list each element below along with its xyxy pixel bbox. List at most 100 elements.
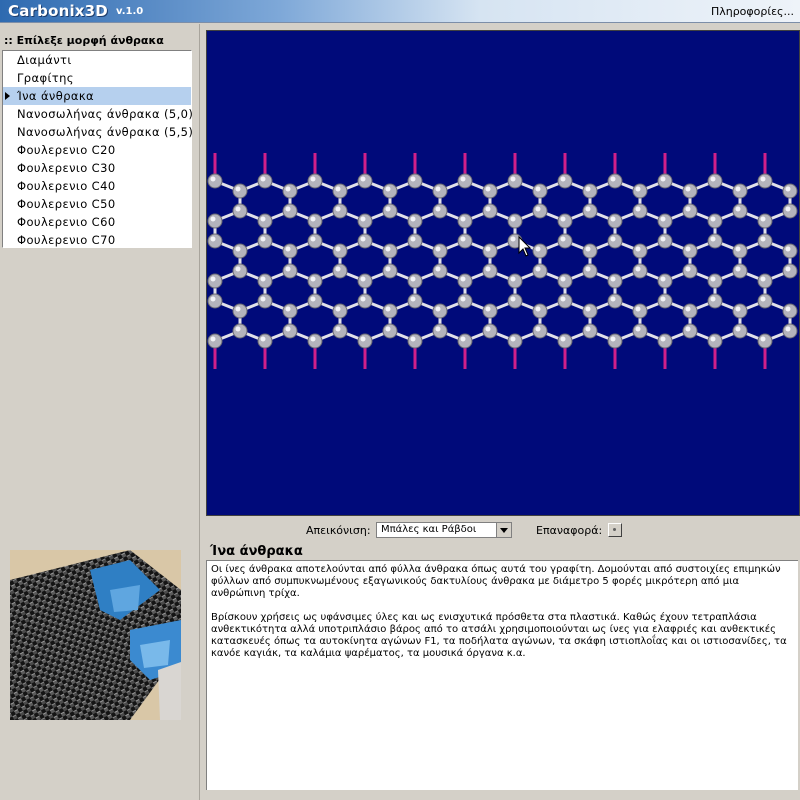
carbon-form-item[interactable]: Διαμάντι (3, 51, 191, 69)
carbon-atom (407, 333, 423, 349)
carbon-atom (557, 333, 573, 349)
panel-splitter[interactable] (199, 24, 204, 800)
carbon-form-label: Νανοσωλήνας άνθρακα (5,5) (17, 125, 194, 139)
atom-highlight (485, 246, 491, 252)
atom-highlight (660, 296, 666, 302)
carbon-atom (407, 293, 423, 309)
carbon-atom (782, 323, 798, 339)
atom-highlight (385, 306, 391, 312)
carbon-atom (382, 263, 398, 279)
carbon-atom (457, 173, 473, 189)
atom-highlight (635, 206, 641, 212)
atom-highlight (635, 266, 641, 272)
carbon-atom (457, 293, 473, 309)
atom-highlight (485, 186, 491, 192)
atom-highlight (760, 236, 766, 242)
carbon-form-item[interactable]: Ίνα άνθρακα (3, 87, 191, 105)
carbon-form-item[interactable]: Φουλερενιο C60 (3, 213, 191, 231)
atom-highlight (535, 246, 541, 252)
carbon-atom (382, 323, 398, 339)
reset-button[interactable] (608, 523, 622, 537)
atom-highlight (360, 236, 366, 242)
carbon-atom (257, 233, 273, 249)
atom-highlight (235, 326, 241, 332)
carbon-atom (707, 173, 723, 189)
carbon-form-item[interactable]: Φουλερενιο C30 (3, 159, 191, 177)
atom-highlight (560, 336, 566, 342)
display-mode-select[interactable]: Μπάλες και Ράβδοι (376, 522, 512, 538)
app-version: v.1.0 (116, 6, 144, 17)
atom-highlight (585, 186, 591, 192)
carbon-form-item[interactable]: Φουλερενιο C20 (3, 141, 191, 159)
carbon-atom (507, 333, 523, 349)
atom-highlight (285, 186, 291, 192)
carbon-atom (207, 233, 223, 249)
carbon-atom (732, 243, 748, 259)
mouse-cursor-icon (518, 235, 532, 257)
carbon-atom (782, 203, 798, 219)
atom-highlight (210, 276, 216, 282)
carbon-atom (732, 183, 748, 199)
atom-highlight (635, 326, 641, 332)
atom-highlight (360, 296, 366, 302)
atom-highlight (310, 216, 316, 222)
atom-highlight (460, 276, 466, 282)
atom-highlight (435, 206, 441, 212)
carbon-atom (657, 173, 673, 189)
chevron-down-icon[interactable] (496, 523, 511, 537)
atom-highlight (760, 296, 766, 302)
atom-highlight (435, 326, 441, 332)
carbon-form-item[interactable]: Φουλερενιο C70 (3, 231, 191, 249)
carbon-atom (707, 333, 723, 349)
molecule-3d-viewer[interactable] (206, 30, 800, 516)
carbon-atom (782, 243, 798, 259)
carbon-atom (757, 293, 773, 309)
carbon-atom (282, 303, 298, 319)
carbon-form-item[interactable]: Γραφίτης (3, 69, 191, 87)
carbon-atom (232, 243, 248, 259)
carbon-atom (482, 303, 498, 319)
carbon-form-item[interactable]: Νανοσωλήνας άνθρακα (5,5) (3, 123, 194, 141)
carbon-form-item[interactable]: Νανοσωλήνας άνθρακα (5,0) (3, 105, 193, 123)
carbon-atom (407, 213, 423, 229)
carbon-atom (407, 233, 423, 249)
atom-highlight (385, 186, 391, 192)
carbon-atom (357, 173, 373, 189)
carbon-form-list[interactable]: Διαμάντι Γραφίτης Ίνα άνθρακα Νανοσωλήνας ά… (2, 50, 194, 249)
atom-highlight (685, 206, 691, 212)
carbon-atom (607, 293, 623, 309)
carbon-atom (482, 183, 498, 199)
carbon-atom (232, 323, 248, 339)
carbon-atom (457, 213, 473, 229)
atom-highlight (260, 336, 266, 342)
molecule-canvas[interactable] (207, 31, 799, 515)
carbon-form-item[interactable]: Φουλερενιο C50 (3, 195, 191, 213)
atom-highlight (210, 176, 216, 182)
carbon-form-item[interactable]: Φουλερενιο C40 (3, 177, 191, 195)
atom-highlight (610, 296, 616, 302)
atom-highlight (335, 186, 341, 192)
atom-highlight (735, 306, 741, 312)
atom-highlight (735, 246, 741, 252)
info-link[interactable]: Πληροφορίες... (711, 5, 794, 18)
atom-highlight (560, 296, 566, 302)
atom-highlight (335, 326, 341, 332)
atom-highlight (410, 236, 416, 242)
atom-highlight (610, 176, 616, 182)
carbon-atom (682, 303, 698, 319)
carbon-atom (682, 183, 698, 199)
carbon-atom (257, 213, 273, 229)
atom-highlight (210, 296, 216, 302)
atom-highlight (510, 296, 516, 302)
carbon-atom (282, 183, 298, 199)
carbon-atom (432, 183, 448, 199)
carbon-atom (457, 273, 473, 289)
carbon-atom (332, 323, 348, 339)
atom-highlight (735, 186, 741, 192)
atom-highlight (260, 276, 266, 282)
description-paragraph-1: Οι ίνες άνθρακα αποτελούνται από φύλλα ά… (211, 564, 781, 599)
carbon-atom (632, 303, 648, 319)
carbon-atom (657, 233, 673, 249)
carbon-atom (707, 273, 723, 289)
carbon-atom (357, 233, 373, 249)
